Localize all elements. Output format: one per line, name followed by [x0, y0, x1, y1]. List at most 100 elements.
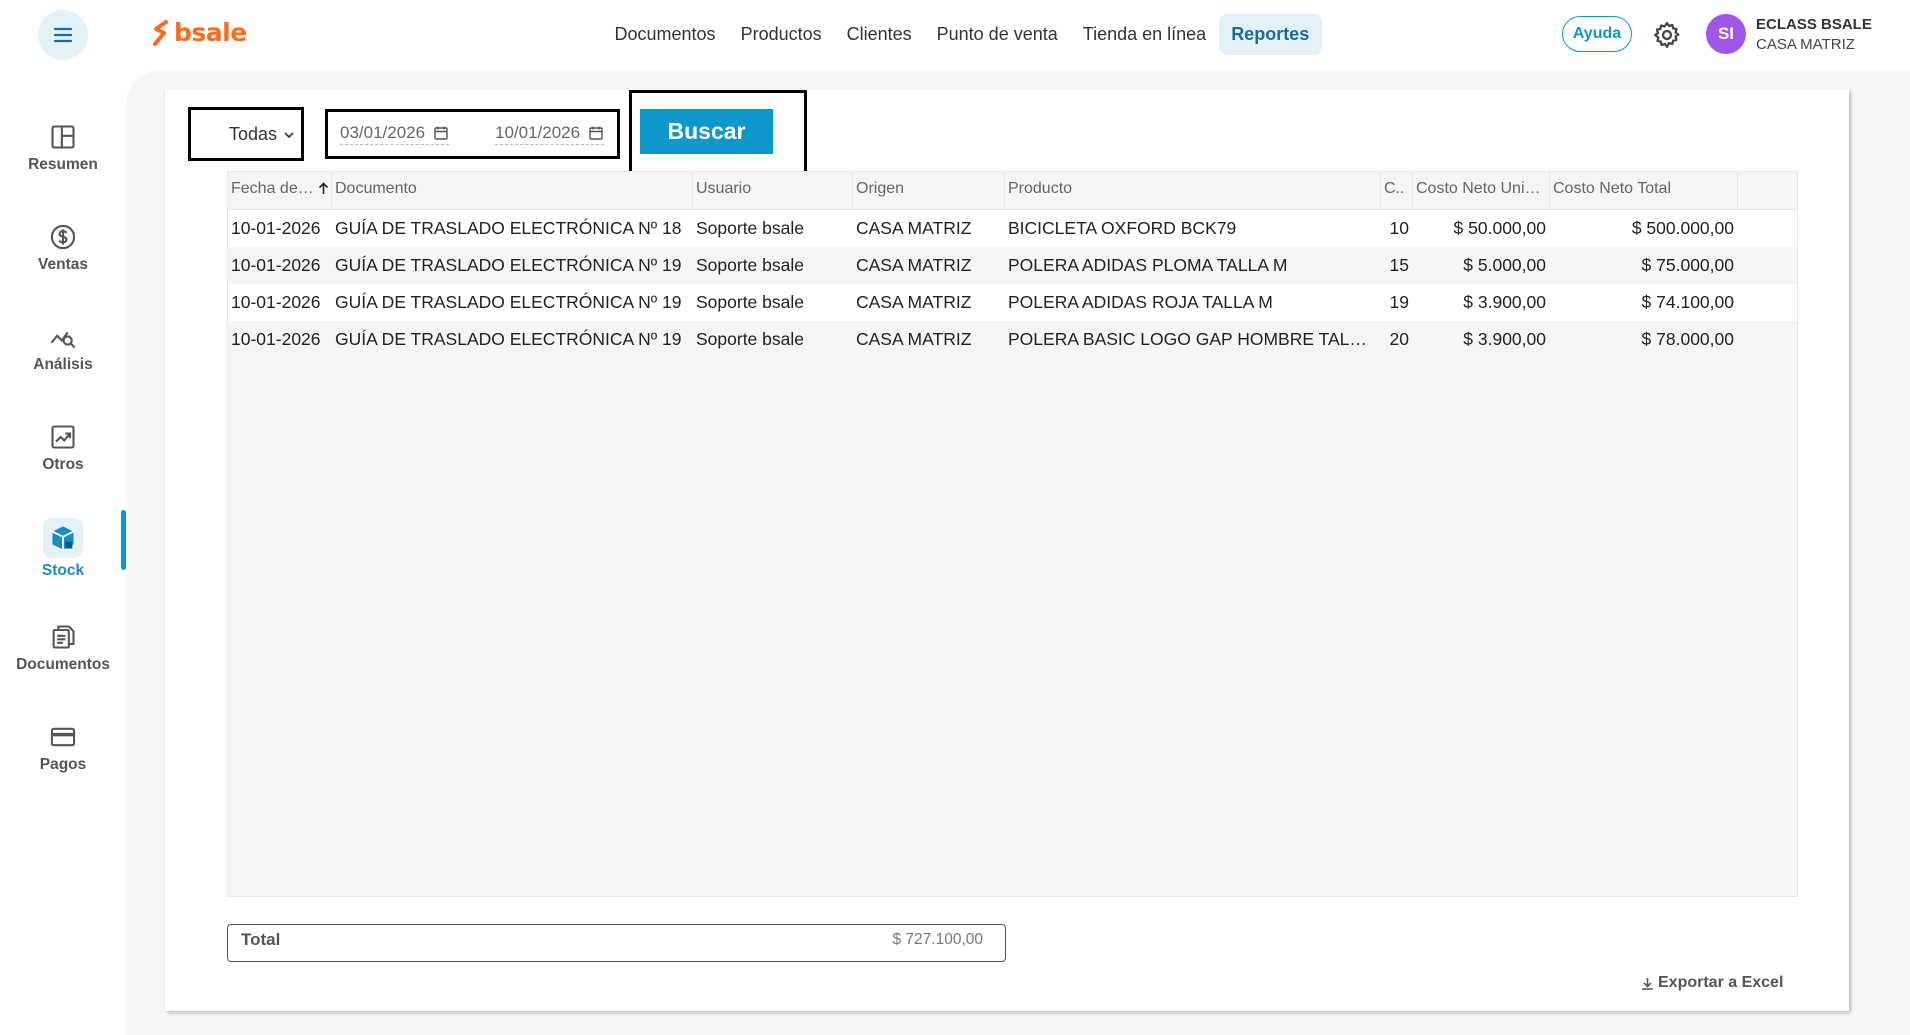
- cell-origen: CASA MATRIZ: [856, 329, 972, 349]
- cell-producto: POLERA BASIC LOGO GAP HOMBRE TAL…: [1008, 329, 1367, 349]
- cell-costo-total: $ 75.000,00: [1641, 255, 1734, 275]
- column-header-origen[interactable]: Origen: [853, 172, 1005, 210]
- chart-search-icon: [48, 322, 78, 352]
- type-dropdown-frame: Todas: [188, 107, 304, 161]
- nav-punto-de-venta[interactable]: Punto de venta: [924, 14, 1070, 55]
- export-label: Exportar a Excel: [1658, 974, 1784, 991]
- bsale-logo-icon: [153, 19, 168, 46]
- export-excel-link[interactable]: Exportar a Excel: [1640, 974, 1783, 992]
- column-header-fecha[interactable]: Fecha de…: [228, 172, 332, 210]
- cell-cantidad: 15: [1389, 255, 1409, 275]
- sidebar-item-label: Pagos: [39, 756, 87, 773]
- bsale-logo[interactable]: bsale: [152, 18, 247, 47]
- column-header-cantidad[interactable]: C..: [1381, 172, 1413, 210]
- card-icon: [48, 722, 78, 752]
- cell-fecha: 10-01-2026: [231, 255, 321, 275]
- cell-origen: CASA MATRIZ: [856, 292, 972, 312]
- cell-costo-total: $ 500.000,00: [1631, 218, 1734, 238]
- cell-costo-total: $ 74.100,00: [1641, 292, 1734, 312]
- cell-producto: POLERA ADIDAS ROJA TALLA M: [1008, 292, 1273, 312]
- sidebar-item-label: Stock: [41, 562, 85, 579]
- type-dropdown[interactable]: Todas: [229, 124, 295, 145]
- sidebar-item-stock[interactable]: Stock: [0, 510, 126, 590]
- table-row[interactable]: 10-01-2026 GUÍA DE TRASLADO ELECTRÓNICA …: [228, 210, 1797, 247]
- cell-fecha: 10-01-2026: [231, 292, 321, 312]
- column-header-documento[interactable]: Documento: [332, 172, 693, 210]
- total-label: Total: [241, 930, 281, 949]
- nav-productos[interactable]: Productos: [728, 14, 834, 55]
- table-row[interactable]: 10-01-2026 GUÍA DE TRASLADO ELECTRÓNICA …: [228, 321, 1797, 358]
- cell-costo-unitario: $ 50.000,00: [1453, 218, 1546, 238]
- report-table: Fecha de… Documento Usuario Origen Produ…: [227, 171, 1798, 897]
- download-icon: [1642, 977, 1653, 990]
- table-row[interactable]: 10-01-2026 GUÍA DE TRASLADO ELECTRÓNICA …: [228, 247, 1797, 284]
- table-row[interactable]: 10-01-2026 GUÍA DE TRASLADO ELECTRÓNICA …: [228, 284, 1797, 321]
- layout-icon: [48, 122, 78, 152]
- cell-cantidad: 19: [1389, 292, 1409, 312]
- nav-reportes[interactable]: Reportes: [1218, 14, 1322, 55]
- cell-costo-unitario: $ 3.900,00: [1463, 329, 1546, 349]
- user-info[interactable]: ECLASS BSALE CASA MATRIZ: [1756, 16, 1872, 53]
- cell-origen: CASA MATRIZ: [856, 218, 972, 238]
- total-summary: Total $ 727.100,00: [227, 924, 1006, 962]
- date-range-frame: 03/01/2026 10/01/2026: [325, 109, 620, 159]
- cell-fecha: 10-01-2026: [231, 329, 321, 349]
- nav-documentos[interactable]: Documentos: [602, 14, 728, 55]
- column-header-costo-total[interactable]: Costo Neto Total: [1550, 172, 1738, 210]
- cell-costo-unitario: $ 3.900,00: [1463, 292, 1546, 312]
- main-nav: Documentos Productos Clientes Punto de v…: [602, 14, 1322, 55]
- dollar-icon: [48, 222, 78, 252]
- gear-icon[interactable]: [1652, 20, 1682, 50]
- cell-usuario: Soporte bsale: [696, 329, 804, 349]
- date-to-field[interactable]: 10/01/2026: [495, 123, 605, 145]
- cell-documento: GUÍA DE TRASLADO ELECTRÓNICA Nº 19: [335, 329, 682, 349]
- sidebar-item-label: Análisis: [33, 356, 93, 373]
- sidebar-item-otros[interactable]: Otros: [0, 410, 126, 490]
- cell-origen: CASA MATRIZ: [856, 255, 972, 275]
- cell-usuario: Soporte bsale: [696, 255, 804, 275]
- date-to-value: 10/01/2026: [495, 123, 581, 142]
- sidebar: Resumen Ventas Análisis Otros Stock Docu…: [0, 70, 126, 1035]
- total-value: $ 727.100,00: [892, 931, 983, 948]
- sort-ascending-icon: [319, 182, 329, 195]
- sidebar-item-resumen[interactable]: Resumen: [0, 110, 126, 190]
- avatar[interactable]: SI: [1706, 14, 1746, 54]
- cell-cantidad: 10: [1389, 218, 1409, 238]
- table-header: Fecha de… Documento Usuario Origen Produ…: [228, 172, 1797, 210]
- cell-cantidad: 20: [1389, 329, 1409, 349]
- cell-producto: POLERA ADIDAS PLOMA TALLA M: [1008, 255, 1288, 275]
- box-icon: [43, 518, 83, 558]
- branch-name: CASA MATRIZ: [1756, 36, 1855, 53]
- cell-usuario: Soporte bsale: [696, 218, 804, 238]
- date-from-value: 03/01/2026: [340, 123, 426, 142]
- cell-documento: GUÍA DE TRASLADO ELECTRÓNICA Nº 19: [335, 255, 682, 275]
- cell-fecha: 10-01-2026: [231, 218, 321, 238]
- cell-documento: GUÍA DE TRASLADO ELECTRÓNICA Nº 19: [335, 292, 682, 312]
- cell-costo-unitario: $ 5.000,00: [1463, 255, 1546, 275]
- column-header-costo-unitario[interactable]: Costo Neto Uni…: [1413, 172, 1550, 210]
- sidebar-item-label: Otros: [42, 456, 84, 473]
- column-header-producto[interactable]: Producto: [1005, 172, 1381, 210]
- trend-icon: [48, 422, 78, 452]
- search-button[interactable]: Buscar: [640, 109, 773, 154]
- sidebar-item-ventas[interactable]: Ventas: [0, 210, 126, 290]
- nav-clientes[interactable]: Clientes: [834, 14, 924, 55]
- logo-text: bsale: [174, 18, 247, 47]
- type-selected: Todas: [229, 124, 278, 144]
- sidebar-item-pagos[interactable]: Pagos: [0, 710, 126, 790]
- cell-documento: GUÍA DE TRASLADO ELECTRÓNICA Nº 18: [335, 218, 682, 238]
- hamburger-icon: [53, 27, 73, 43]
- column-header-usuario[interactable]: Usuario: [693, 172, 853, 210]
- sidebar-item-label: Ventas: [38, 256, 88, 273]
- nav-tienda-en-linea[interactable]: Tienda en línea: [1070, 14, 1218, 55]
- sidebar-item-documentos[interactable]: Documentos: [0, 610, 126, 690]
- calendar-icon: [434, 126, 448, 140]
- cell-producto: BICICLETA OXFORD BCK79: [1008, 218, 1237, 238]
- cell-costo-total: $ 78.000,00: [1641, 329, 1734, 349]
- sidebar-item-label: Documentos: [16, 656, 110, 673]
- date-from-field[interactable]: 03/01/2026: [340, 123, 450, 145]
- sidebar-item-analisis[interactable]: Análisis: [0, 310, 126, 390]
- menu-button[interactable]: [38, 10, 88, 60]
- user-name: ECLASS BSALE: [1756, 16, 1872, 33]
- help-button[interactable]: Ayuda: [1562, 16, 1632, 52]
